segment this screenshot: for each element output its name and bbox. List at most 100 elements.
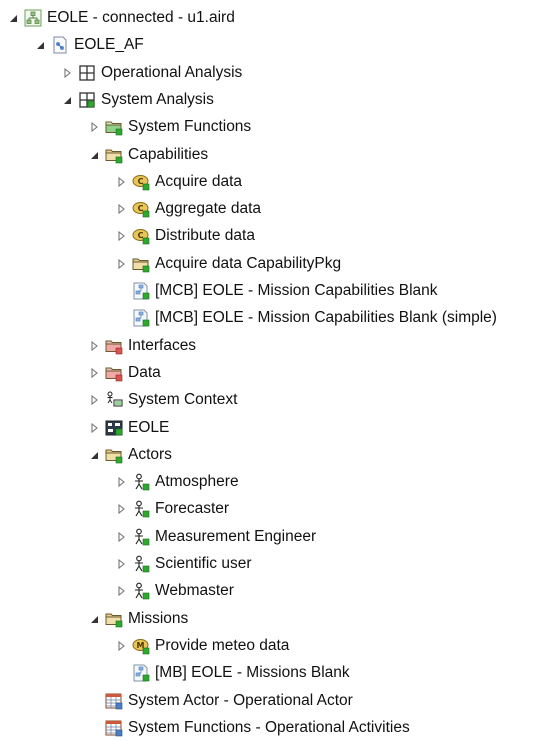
tree-item-label: Scientific user xyxy=(155,554,252,572)
data-package-icon xyxy=(105,364,123,382)
tree-item-label: Interfaces xyxy=(128,336,197,354)
collapse-toggle-icon[interactable] xyxy=(87,612,101,626)
tree-item[interactable]: M Provide meteo data xyxy=(0,632,560,659)
tree-item[interactable]: C Aggregate data xyxy=(0,195,560,222)
traceability-table-icon xyxy=(105,719,123,737)
actor-icon xyxy=(132,582,150,600)
collapse-toggle-icon[interactable] xyxy=(60,93,74,107)
tree-item[interactable]: Measurement Engineer xyxy=(0,523,560,550)
tree-item-label: Webmaster xyxy=(155,581,234,599)
expand-toggle-icon[interactable] xyxy=(114,557,128,571)
expand-toggle-icon[interactable] xyxy=(114,639,128,653)
tree-item[interactable]: Interfaces xyxy=(0,332,560,359)
tree-item-label: Acquire data xyxy=(155,172,243,190)
expand-toggle-icon[interactable] xyxy=(114,475,128,489)
expand-toggle-icon[interactable] xyxy=(114,229,128,243)
tree-item[interactable]: Scientific user xyxy=(0,550,560,577)
tree-item[interactable]: [MCB] EOLE - Mission Capabilities Blank … xyxy=(0,304,560,331)
tree-item-label: Measurement Engineer xyxy=(155,527,317,545)
tree-item[interactable]: System Functions - Operational Activitie… xyxy=(0,714,560,741)
actor-icon xyxy=(132,528,150,546)
collapse-toggle-icon[interactable] xyxy=(6,11,20,25)
tree-item[interactable]: System Context xyxy=(0,386,560,413)
tree-item-label: [MB] EOLE - Missions Blank xyxy=(155,663,350,681)
tree-item-label: Missions xyxy=(128,609,189,627)
tree-item[interactable]: [MCB] EOLE - Mission Capabilities Blank xyxy=(0,277,560,304)
capability-icon: C xyxy=(132,173,150,191)
tree-item[interactable]: System Actor - Operational Actor xyxy=(0,687,560,714)
collapse-toggle-icon[interactable] xyxy=(87,448,101,462)
tree-item[interactable]: C Distribute data xyxy=(0,222,560,249)
expand-toggle-icon[interactable] xyxy=(87,393,101,407)
collapse-toggle-icon[interactable] xyxy=(87,148,101,162)
tree-item[interactable]: Acquire data CapabilityPkg xyxy=(0,250,560,277)
mission-icon: M xyxy=(132,637,150,655)
diagram-icon xyxy=(132,664,150,682)
tree-item[interactable]: Data xyxy=(0,359,560,386)
tree-item-label: [MCB] EOLE - Mission Capabilities Blank xyxy=(155,281,438,299)
tree-item[interactable]: C Acquire data xyxy=(0,168,560,195)
tree-item-label: Capabilities xyxy=(128,145,209,163)
project-explorer-tree: EOLE - connected - u1.aird EOLE_AF Opera… xyxy=(0,0,560,738)
tree-item[interactable]: Actors xyxy=(0,441,560,468)
capability-icon: C xyxy=(132,227,150,245)
tree-item[interactable]: Capabilities xyxy=(0,141,560,168)
tree-item[interactable]: [MB] EOLE - Missions Blank xyxy=(0,659,560,686)
interface-package-icon xyxy=(105,337,123,355)
tree-item-label: Data xyxy=(128,363,161,381)
expand-toggle-icon[interactable] xyxy=(114,502,128,516)
expand-toggle-icon[interactable] xyxy=(87,339,101,353)
diagram-icon xyxy=(132,282,150,300)
traceability-table-icon xyxy=(105,692,123,710)
expand-toggle-icon[interactable] xyxy=(114,584,128,598)
tree-item-label: Operational Analysis xyxy=(101,63,243,81)
function-package-icon xyxy=(105,118,123,136)
tree-item[interactable]: Operational Analysis xyxy=(0,59,560,86)
tree-item[interactable]: Missions xyxy=(0,605,560,632)
tree-item[interactable]: System Analysis xyxy=(0,86,560,113)
tree-item[interactable]: EOLE xyxy=(0,414,560,441)
capability-package-icon xyxy=(132,255,150,273)
tree-item[interactable]: EOLE_AF xyxy=(0,31,560,58)
tree-item-label: Actors xyxy=(128,445,172,463)
toggle-spacer xyxy=(114,666,128,680)
tree-item[interactable]: System Functions xyxy=(0,113,560,140)
tree-item-label: Aggregate data xyxy=(155,199,262,217)
toggle-spacer xyxy=(87,721,101,735)
tree-item[interactable]: Forecaster xyxy=(0,495,560,522)
expand-toggle-icon[interactable] xyxy=(114,175,128,189)
tree-item-label: System Actor - Operational Actor xyxy=(128,691,353,709)
operational-analysis-icon xyxy=(78,64,96,82)
actor-package-icon xyxy=(105,446,123,464)
expand-toggle-icon[interactable] xyxy=(60,66,74,80)
capability-icon: C xyxy=(132,200,150,218)
tree-item-label: [MCB] EOLE - Mission Capabilities Blank … xyxy=(155,308,497,326)
tree-item-label: Forecaster xyxy=(155,499,230,517)
tree-item-label: Acquire data CapabilityPkg xyxy=(155,254,342,272)
expand-toggle-icon[interactable] xyxy=(114,257,128,271)
collapse-toggle-icon[interactable] xyxy=(33,38,47,52)
diagram-icon xyxy=(132,309,150,327)
tree-item-label: EOLE - connected - u1.aird xyxy=(47,8,235,26)
svg-text:C: C xyxy=(138,231,144,240)
actor-icon xyxy=(132,473,150,491)
expand-toggle-icon[interactable] xyxy=(87,366,101,380)
system-context-icon xyxy=(105,391,123,409)
tree-item[interactable]: Webmaster xyxy=(0,577,560,604)
expand-toggle-icon[interactable] xyxy=(87,120,101,134)
expand-toggle-icon[interactable] xyxy=(114,202,128,216)
model-icon xyxy=(51,36,69,54)
mission-package-icon xyxy=(105,610,123,628)
capability-package-icon xyxy=(105,146,123,164)
expand-toggle-icon[interactable] xyxy=(87,421,101,435)
tree-item-label: System Context xyxy=(128,390,238,408)
tree-item-label: EOLE xyxy=(128,418,170,436)
system-icon xyxy=(105,419,123,437)
expand-toggle-icon[interactable] xyxy=(114,530,128,544)
tree-item-label: System Analysis xyxy=(101,90,214,108)
toggle-spacer xyxy=(114,284,128,298)
tree-item[interactable]: EOLE - connected - u1.aird xyxy=(0,4,560,31)
tree-item-label: Atmosphere xyxy=(155,472,239,490)
tree-item[interactable]: Atmosphere xyxy=(0,468,560,495)
toggle-spacer xyxy=(87,694,101,708)
